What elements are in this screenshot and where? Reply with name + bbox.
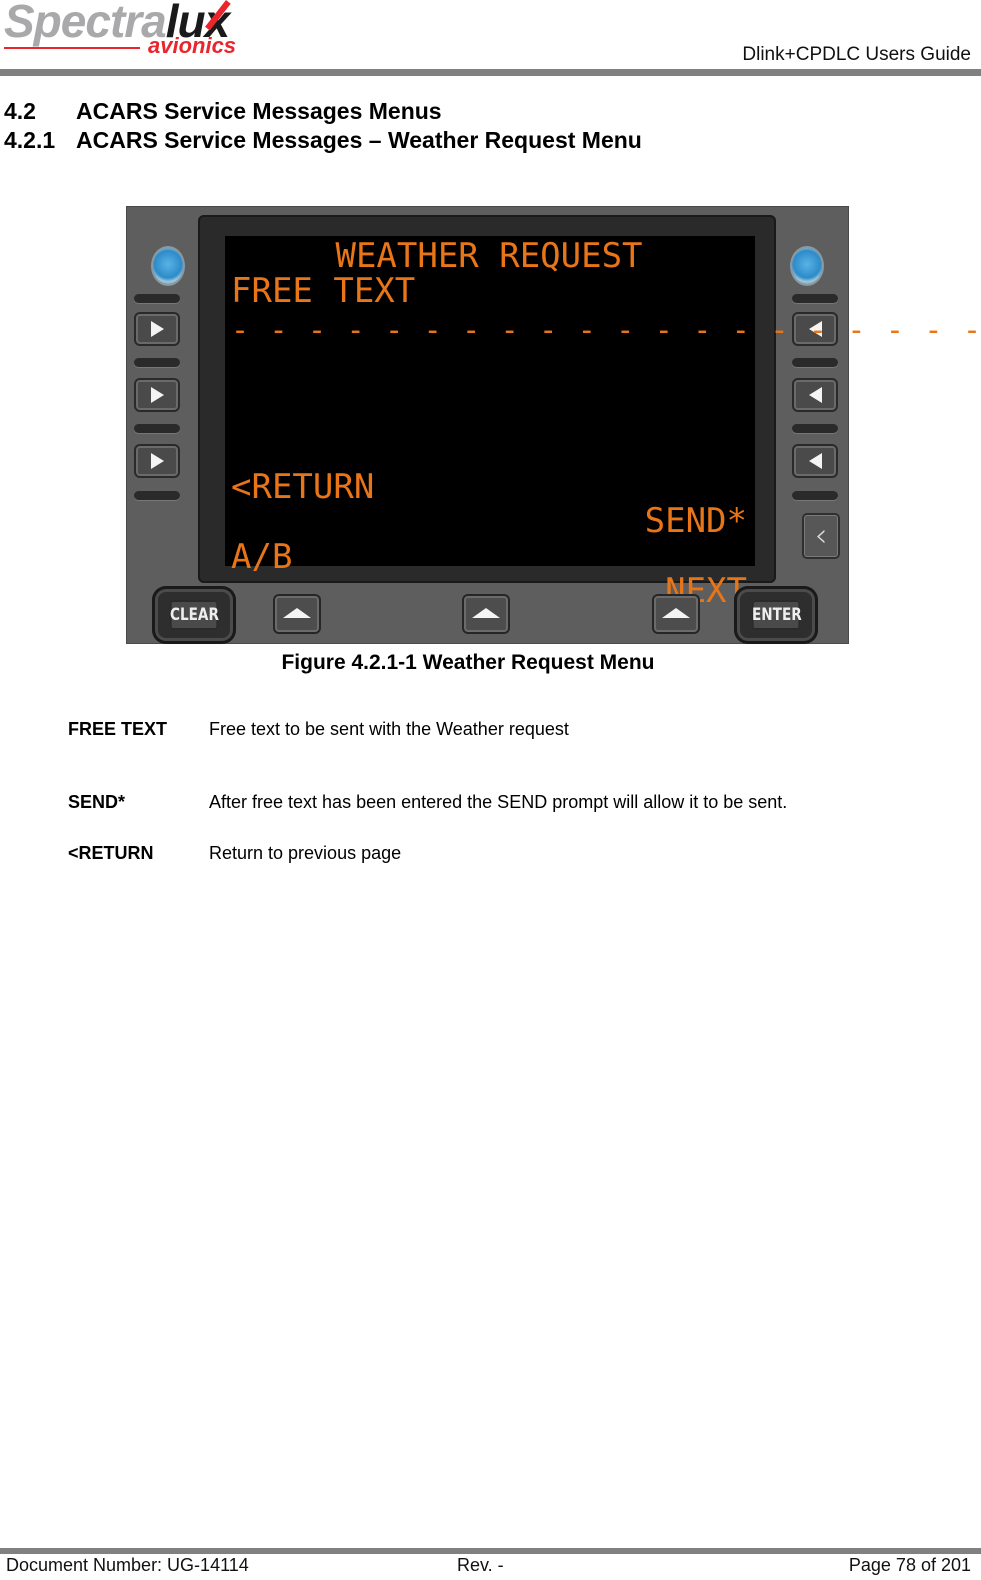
- clear-button-label: CLEAR: [170, 600, 219, 630]
- arrow-up-icon: [662, 608, 690, 618]
- cdu-device-figure: ‹ WEATHER REQUEST FREE TEXT - - - - - - …: [126, 206, 981, 644]
- lsk-l7-slot: [134, 491, 180, 500]
- back-button[interactable]: ‹: [802, 513, 840, 559]
- section-title: ACARS Service Messages Menus: [76, 98, 442, 124]
- screen-free-text-label: FREE TEXT: [231, 271, 416, 311]
- lsk-l2-button[interactable]: [134, 312, 180, 346]
- up-arrow-button-3[interactable]: [652, 594, 700, 634]
- lsk-l3-slot: [134, 358, 180, 367]
- arrow-right-icon: [151, 387, 164, 403]
- subsection-title: ACARS Service Messages – Weather Request…: [76, 127, 642, 153]
- document-number: Document Number: UG-14114: [6, 1555, 249, 1575]
- lsk-l4-button[interactable]: [134, 378, 180, 412]
- screen-row-6: A/B NEXT: [231, 506, 747, 608]
- lsk-l1-slot: [134, 294, 180, 303]
- lsk-l5-slot: [134, 424, 180, 433]
- revision: Rev. -: [457, 1555, 504, 1575]
- lsk-r4-button[interactable]: [792, 378, 838, 412]
- screen-return-prompt: <RETURN: [231, 467, 375, 507]
- arrow-right-icon: [151, 321, 164, 337]
- up-arrow-button-2[interactable]: [462, 594, 510, 634]
- definition-term: FREE TEXT: [68, 719, 168, 739]
- definition-description: Free text to be sent with the Weather re…: [209, 719, 569, 739]
- chevron-left-icon: ‹: [814, 516, 828, 554]
- arrow-right-icon: [151, 453, 164, 469]
- arrow-up-icon: [283, 608, 311, 618]
- enter-button-label: ENTER: [752, 600, 802, 630]
- lsk-r5-slot: [792, 424, 838, 433]
- screen-free-text-field: - - - - - - - - - - - - - - - - - - - - …: [231, 313, 981, 348]
- lsk-r6-button[interactable]: [792, 444, 838, 478]
- arrow-up-icon: [472, 608, 500, 618]
- screen-ab-prompt: A/B: [231, 537, 293, 577]
- cdu-screen: WEATHER REQUEST FREE TEXT - - - - - - - …: [225, 236, 981, 608]
- section-number: 4.2: [4, 98, 36, 124]
- enter-button[interactable]: ENTER: [734, 586, 818, 644]
- lsk-r1-slot: [792, 294, 838, 303]
- lsk-r3-slot: [792, 358, 838, 367]
- arrow-left-icon: [809, 453, 822, 469]
- definition-description: Return to previous page: [209, 843, 402, 863]
- brightness-knob-right-icon: [792, 248, 822, 284]
- logo-text-spectra: Spectra: [4, 0, 167, 47]
- definition-term: SEND*: [68, 792, 126, 812]
- header-divider: [0, 69, 981, 76]
- screen-row-4: <RETURN SEND*: [231, 436, 747, 538]
- definition-description: After free text has been entered the SEN…: [209, 792, 788, 812]
- subsection-heading: 4.2.1 ACARS Service Messages – Weather Re…: [4, 127, 642, 154]
- footer-divider: [0, 1548, 981, 1554]
- subsection-number: 4.2.1: [4, 127, 56, 153]
- page-number: Page 78 of 201: [848, 1555, 971, 1575]
- screen-title: WEATHER REQUEST: [335, 236, 643, 276]
- arrow-left-icon: [809, 387, 822, 403]
- section-heading: 4.2 ACARS Service Messages Menus: [4, 98, 442, 125]
- spectralux-logo: Spectralux avionics: [4, 0, 264, 62]
- brightness-knob-left-icon: [153, 248, 183, 284]
- up-arrow-button-1[interactable]: [273, 594, 321, 634]
- definition-term: <RETURN: [68, 843, 154, 863]
- logo-underline: [4, 47, 140, 49]
- lsk-r7-slot: [792, 491, 838, 500]
- clear-button[interactable]: CLEAR: [152, 586, 236, 644]
- document-title: Dlink+CPDLC Users Guide: [742, 44, 971, 65]
- logo-tagline: avionics: [148, 33, 237, 58]
- lsk-l6-button[interactable]: [134, 444, 180, 478]
- figure-caption: Figure 4.2.1-1 Weather Request Menu: [281, 651, 655, 674]
